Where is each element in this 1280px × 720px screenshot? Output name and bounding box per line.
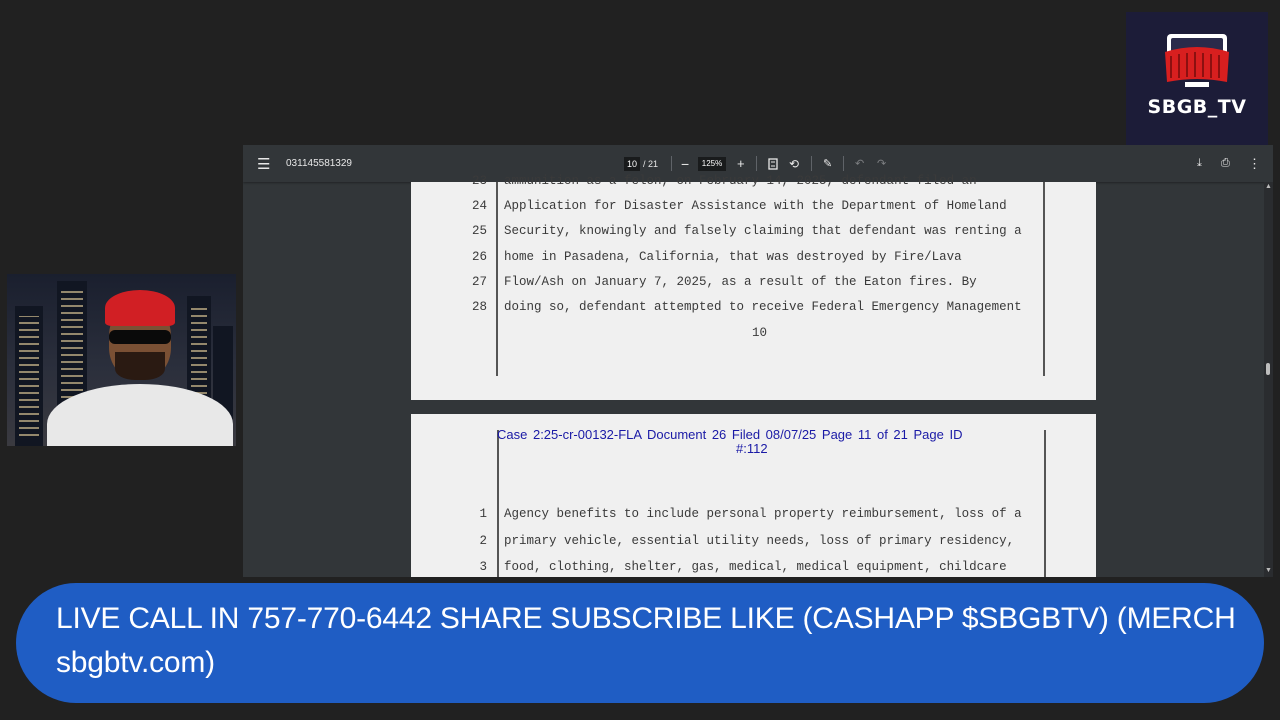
pdf-page-11: Case 2:25-cr-00132-FLA Document 26 Filed… [411, 414, 1096, 577]
sunglasses [109, 330, 171, 344]
vertical-scrollbar[interactable] [1264, 182, 1273, 577]
red-cap [105, 290, 175, 326]
document-title: 031145581329 [286, 158, 352, 169]
pdf-page-10: 23 ammunition as a felon, on February 14,… [411, 174, 1096, 400]
print-icon[interactable]: ⎙ [1221, 145, 1230, 182]
toolbar-divider [811, 156, 812, 171]
tv-icon [1165, 34, 1229, 87]
banner-text: LIVE CALL IN 757-770-6442 SHARE SUBSCRIB… [56, 602, 1236, 679]
scrollbar-thumb[interactable] [1266, 363, 1270, 375]
toolbar-divider [756, 156, 757, 171]
scroll-up-icon[interactable]: ▲ [1265, 183, 1272, 190]
webcam-feed [7, 274, 236, 446]
channel-logo: SBGB_TV [1126, 12, 1268, 153]
document-line: 23 ammunition as a felon, on February 14,… [471, 174, 977, 188]
toolbar-divider [843, 156, 844, 171]
document-line: 2 primary vehicle, essential utility need… [479, 534, 1015, 548]
more-options-icon[interactable]: ⋮ [1248, 145, 1261, 182]
document-line: 27 Flow/Ash on January 7, 2025, as a resu… [471, 275, 977, 289]
document-line: 25 Security, knowingly and falsely claimi… [471, 224, 1022, 238]
page-total: / 21 [643, 158, 659, 169]
page-number: 10 [752, 326, 768, 340]
document-line: 24 Application for Disaster Assistance wi… [471, 199, 1007, 213]
scroll-down-icon[interactable]: ▼ [1265, 567, 1272, 574]
document-line: 1 Agency benefits to include personal pro… [479, 507, 1022, 521]
menu-icon[interactable]: ☰ [257, 145, 270, 182]
page-number-input[interactable]: 10 [624, 156, 640, 171]
zoom-input[interactable]: 125% [698, 156, 726, 171]
case-header: Case 2:25-cr-00132-FLA Document 26 Filed… [497, 427, 963, 442]
case-header-id: #:112 [736, 441, 768, 456]
pdf-viewer: ☰ 031145581329 10 / 21 − 125% + ⟲ ✎ ↶ ↷ … [243, 145, 1273, 577]
document-line: 28 doing so, defendant attempted to recei… [471, 300, 1022, 314]
logo-text: SBGB_TV [1147, 96, 1247, 118]
toolbar-divider [671, 156, 672, 171]
document-line: 26 home in Pasadena, California, that was… [471, 250, 962, 264]
call-in-banner: LIVE CALL IN 757-770-6442 SHARE SUBSCRIB… [16, 583, 1264, 703]
download-icon[interactable]: ⤓ [1197, 145, 1202, 182]
document-line: 3 food, clothing, shelter, gas, medical, … [479, 560, 1007, 574]
